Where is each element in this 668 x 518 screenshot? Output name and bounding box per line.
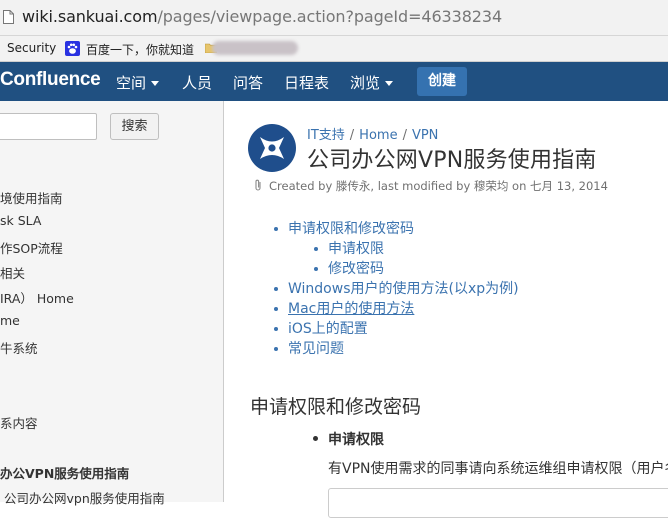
bullet [274,307,278,311]
page-title: 公司办公网VPN服务使用指南 [307,148,597,173]
nav-questions[interactable]: 问答 [233,72,263,93]
sub-heading: 申请权限 [328,432,384,448]
chevron-down-icon [151,81,160,86]
toc-item[interactable]: 修改密码 [274,259,519,279]
confluence-header: Confluence 空间 人员 问答 日程表 浏览 创建 [0,62,668,101]
blurred-bookmark[interactable] [212,41,298,55]
breadcrumb-it-support[interactable]: IT支持 [307,128,345,143]
toc-label: 常见问题 [288,341,344,357]
nav-browse[interactable]: 浏览 [350,72,394,93]
url-path: /pages/viewpage.action?pageId=46338234 [157,7,503,26]
bullet [313,436,318,441]
sidebar-link[interactable]: sk SLA [0,213,41,228]
page-metadata: Created by 滕传永, last modified by 穆荣均 on … [253,178,608,194]
toc-label: Mac用户的使用方法 [288,301,415,317]
nav-calendars[interactable]: 日程表 [284,72,329,93]
bullet [314,247,318,251]
search-button[interactable]: 搜索 [110,113,159,140]
sidebar-search-input[interactable] [0,113,97,140]
toc-item[interactable]: 常见问题 [274,339,519,359]
body-paragraph: 有VPN使用需求的同事请向系统运维组申请权限（用户名 [328,461,668,477]
toc-item[interactable]: 申请权限和修改密码 [274,219,519,239]
confluence-logo[interactable]: Confluence [0,69,101,91]
toc-label: 申请权限和修改密码 [288,221,414,237]
sidebar: 搜索 境使用指南 sk SLA 作SOP流程 相关 IRA） Home me 牛… [0,101,224,506]
bullet [274,347,278,351]
code-block [328,488,668,518]
page-meta-text: Created by 滕传永, last modified by 穆荣均 on … [269,179,608,193]
url-host: wiki.sankuai.com [22,7,158,26]
breadcrumb-vpn[interactable]: VPN [412,128,438,143]
toc-item[interactable]: Mac用户的使用方法 [274,299,519,319]
paperclip-icon [255,179,261,191]
bookmark-baidu[interactable]: 百度一下，你就知道 [86,41,194,58]
bullet [314,267,318,271]
breadcrumb: IT支持 / Home / VPN [307,124,438,143]
toc-item[interactable]: 申请权限 [274,239,519,259]
nav-browse-label: 浏览 [350,74,381,92]
bookmark-security[interactable]: Security [7,41,56,55]
create-button[interactable]: 创建 [417,67,467,96]
url-text[interactable]: wiki.sankuai.com/pages/viewpage.action?p… [22,7,502,26]
baidu-paw-icon [65,41,80,56]
bookmarks-bar: Security 百度一下，你就知道 [0,36,668,62]
bullet [274,287,278,291]
toc-item[interactable]: Windows用户的使用方法(以xp为例) [274,279,519,299]
sidebar-link[interactable]: 牛系统 [0,338,38,357]
sidebar-link[interactable]: 相关 [0,263,25,282]
breadcrumb-home[interactable]: Home [359,128,397,143]
toc-label: 修改密码 [328,261,384,277]
section-heading: 申请权限和修改密码 [250,396,422,418]
nav-spaces-label: 空间 [116,74,147,92]
toc-label: 申请权限 [328,241,384,257]
address-bar[interactable]: wiki.sankuai.com/pages/viewpage.action?p… [0,0,668,36]
nav-people[interactable]: 人员 [182,72,212,93]
sidebar-link[interactable]: IRA） Home [0,288,74,307]
sidebar-current-page[interactable]: 办公VPN服务使用指南 [0,463,129,482]
toc-item[interactable]: iOS上的配置 [274,319,519,339]
space-logo-icon [248,124,296,172]
breadcrumb-separator: / [402,128,407,143]
sidebar-link[interactable]: 系内容 [0,413,38,432]
sidebar-link[interactable]: me [0,313,20,328]
table-of-contents: 申请权限和修改密码 申请权限 修改密码 Windows用户的使用方法(以xp为例… [274,219,519,359]
sidebar-link[interactable]: 作SOP流程 [0,238,63,257]
toc-label: Windows用户的使用方法(以xp为例) [288,281,519,297]
sidebar-link[interactable]: 境使用指南 [0,188,63,207]
bullet [274,227,278,231]
bullet [274,327,278,331]
breadcrumb-separator: / [349,128,355,143]
sidebar-child-page[interactable]: 公司办公网vpn服务使用指南 [4,488,165,507]
page-icon [3,10,14,24]
chevron-down-icon [385,81,394,86]
nav-spaces[interactable]: 空间 [116,72,160,93]
toc-label: iOS上的配置 [288,321,368,337]
